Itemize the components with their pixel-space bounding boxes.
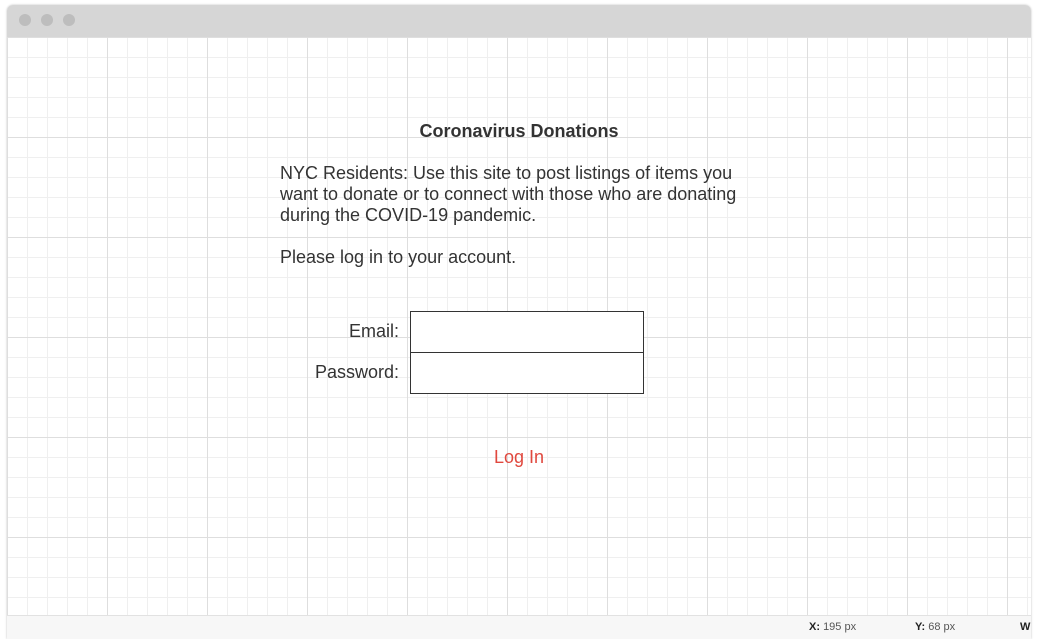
- minimize-window-button[interactable]: [41, 14, 53, 26]
- maximize-window-button[interactable]: [63, 14, 75, 26]
- login-button[interactable]: Log In: [7, 447, 1031, 468]
- x-coordinate-readout: X: 195 px: [809, 621, 857, 633]
- page-title: Coronavirus Donations: [419, 121, 619, 141]
- email-label: Email:: [348, 321, 399, 341]
- y-coordinate-readout: Y: 68 px: [915, 621, 956, 633]
- login-prompt: Please log in to your account.: [280, 247, 517, 267]
- status-bar: X: 195 px Y: 68 px W:: [7, 615, 1031, 639]
- browser-window: Coronavirus Donations NYC Residents: Use…: [7, 5, 1031, 639]
- email-field[interactable]: [410, 311, 644, 353]
- password-label: Password:: [314, 362, 399, 382]
- window-titlebar: [7, 5, 1031, 37]
- password-field[interactable]: [410, 352, 644, 394]
- close-window-button[interactable]: [19, 14, 31, 26]
- intro-text: NYC Residents: Use this site to post lis…: [280, 163, 737, 225]
- width-readout: W:: [1020, 621, 1031, 633]
